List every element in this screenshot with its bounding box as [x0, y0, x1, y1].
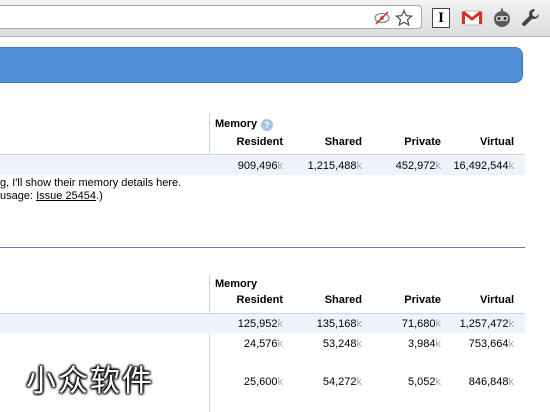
instapaper-letter: I [438, 10, 444, 26]
gmail-icon[interactable] [461, 7, 483, 29]
extension-blocked-icon[interactable] [373, 9, 391, 27]
address-bar[interactable] [0, 5, 422, 29]
header-divider [0, 154, 525, 155]
cell-private: 3,984k [407, 338, 441, 350]
page-header-banner [0, 47, 523, 83]
column-private[interactable]: Private [380, 294, 441, 307]
column-resident[interactable]: Resident [223, 136, 283, 149]
cell-virtual: 753,664k [468, 338, 514, 350]
column-resident[interactable]: Resident [223, 294, 283, 307]
memory-note-line2: usage: Issue 25454.) [0, 190, 103, 202]
memory-note-line1: g, I'll show their memory details here. [0, 177, 182, 189]
cell-virtual: 846,848k [468, 376, 514, 388]
column-shared[interactable]: Shared [300, 294, 362, 307]
help-glyph: ? [264, 120, 270, 130]
cell-resident: 25,600k [243, 376, 283, 388]
cell-resident: 125,952k [237, 318, 283, 330]
cell-private: 71,680k [401, 318, 441, 330]
cell-shared: 54,272k [322, 376, 362, 388]
cell-virtual: 1,257,472k [459, 318, 514, 330]
browser-toolbar: I [0, 0, 550, 37]
watermark: 小众软件 [26, 364, 154, 399]
column-shared[interactable]: Shared [300, 136, 362, 149]
cell-private: 452,972k [395, 160, 441, 172]
help-icon[interactable]: ? [261, 119, 273, 131]
cell-shared: 53,248k [322, 338, 362, 350]
cell-virtual: 16,492,544k [453, 160, 514, 172]
issue-link[interactable]: Issue 25454 [36, 190, 96, 202]
column-virtual[interactable]: Virtual [455, 294, 514, 307]
memory-header: Memory [215, 118, 258, 130]
cell-resident: 909,496k [237, 160, 283, 172]
wrench-icon[interactable] [520, 7, 542, 29]
memory-header: Memory [215, 278, 258, 290]
cell-shared: 135,168k [316, 318, 362, 330]
cell-resident: 24,576k [243, 338, 283, 350]
cell-shared: 1,215,488k [307, 160, 362, 172]
column-virtual[interactable]: Virtual [455, 136, 514, 149]
cell-private: 5,052k [407, 376, 441, 388]
column-private[interactable]: Private [380, 136, 441, 149]
robot-extension-icon[interactable] [491, 7, 513, 29]
instapaper-icon[interactable]: I [432, 8, 450, 28]
section-separator [0, 247, 525, 248]
star-icon[interactable] [395, 9, 413, 27]
